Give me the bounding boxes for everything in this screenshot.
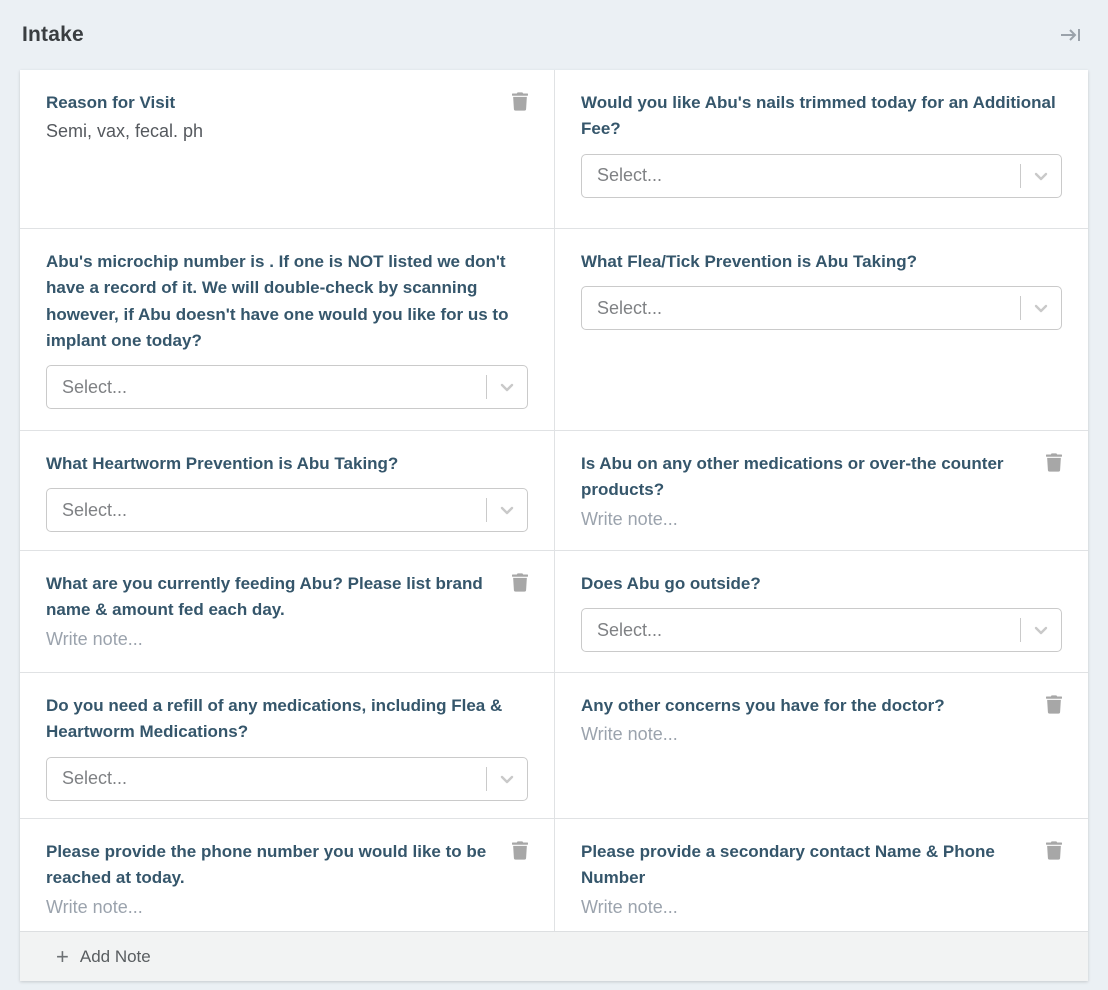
select-placeholder: Select... — [47, 500, 486, 521]
question-label: What Heartworm Prevention is Abu Taking? — [46, 451, 528, 477]
chevron-down-icon — [487, 377, 527, 397]
question-label: What Flea/Tick Prevention is Abu Taking? — [581, 249, 1062, 275]
select-placeholder: Select... — [47, 377, 486, 398]
note-card-microchip: Abu's microchip number is . If one is NO… — [20, 228, 554, 430]
note-input[interactable]: Write note... — [581, 506, 1062, 533]
delete-note-button[interactable] — [512, 571, 528, 592]
chevron-down-icon — [1021, 166, 1061, 186]
note-card-flea-tick: What Flea/Tick Prevention is Abu Taking?… — [554, 228, 1088, 430]
answer-select[interactable]: Select... — [46, 757, 528, 801]
question-label: Reason for Visit — [46, 90, 502, 116]
plus-icon: + — [56, 946, 69, 968]
question-label: Is Abu on any other medications or over-… — [581, 451, 1036, 504]
note-card-other-medications: Is Abu on any other medications or over-… — [554, 430, 1088, 550]
note-card-reason-for-visit: Reason for Visit Semi, vax, fecal. ph — [20, 70, 554, 228]
note-card-feeding: What are you currently feeding Abu? Plea… — [20, 550, 554, 672]
arrow-to-bar-icon — [1058, 24, 1082, 46]
select-placeholder: Select... — [47, 768, 486, 789]
page-title: Intake — [22, 23, 84, 47]
question-label: Any other concerns you have for the doct… — [581, 693, 1036, 719]
trash-icon — [1046, 460, 1062, 475]
note-text[interactable]: Semi, vax, fecal. ph — [46, 118, 528, 145]
trash-icon — [1046, 848, 1062, 863]
question-label: Would you like Abu's nails trimmed today… — [581, 90, 1062, 143]
note-input[interactable]: Write note... — [46, 626, 528, 653]
note-card-go-outside: Does Abu go outside? Select... — [554, 550, 1088, 672]
answer-select[interactable]: Select... — [581, 154, 1062, 198]
delete-note-button[interactable] — [512, 839, 528, 860]
question-label: What are you currently feeding Abu? Plea… — [46, 571, 502, 624]
delete-note-button[interactable] — [512, 90, 528, 111]
question-label: Does Abu go outside? — [581, 571, 1062, 597]
answer-select[interactable]: Select... — [46, 365, 528, 409]
trash-icon — [512, 848, 528, 863]
chevron-down-icon — [487, 769, 527, 789]
question-label: Do you need a refill of any medications,… — [46, 693, 528, 746]
question-label: Abu's microchip number is . If one is NO… — [46, 249, 528, 354]
select-placeholder: Select... — [582, 298, 1020, 319]
note-input[interactable]: Write note... — [581, 894, 1062, 921]
trash-icon — [512, 580, 528, 595]
chevron-down-icon — [1021, 620, 1061, 640]
answer-select[interactable]: Select... — [46, 488, 528, 532]
select-placeholder: Select... — [582, 620, 1020, 641]
answer-select[interactable]: Select... — [581, 286, 1062, 330]
add-note-label: Add Note — [80, 947, 151, 967]
delete-note-button[interactable] — [1046, 451, 1062, 472]
chevron-down-icon — [1021, 298, 1061, 318]
note-input[interactable]: Write note... — [581, 721, 1062, 748]
add-note-button[interactable]: + Add Note — [20, 946, 151, 968]
note-input[interactable]: Write note... — [46, 894, 528, 921]
intake-notes-panel: Reason for Visit Semi, vax, fecal. ph Wo… — [20, 70, 1088, 981]
note-card-phone-number: Please provide the phone number you woul… — [20, 818, 554, 931]
note-card-nails-trimmed: Would you like Abu's nails trimmed today… — [554, 70, 1088, 228]
notes-grid: Reason for Visit Semi, vax, fecal. ph Wo… — [20, 70, 1088, 931]
note-card-secondary-contact: Please provide a secondary contact Name … — [554, 818, 1088, 931]
delete-note-button[interactable] — [1046, 839, 1062, 860]
section-header: Intake — [0, 0, 1108, 70]
chevron-down-icon — [487, 500, 527, 520]
question-label: Please provide the phone number you woul… — [46, 839, 502, 892]
trash-icon — [1046, 702, 1062, 717]
trash-icon — [512, 99, 528, 114]
collapse-panel-button[interactable] — [1054, 20, 1086, 50]
note-card-other-concerns: Any other concerns you have for the doct… — [554, 672, 1088, 818]
answer-select[interactable]: Select... — [581, 608, 1062, 652]
delete-note-button[interactable] — [1046, 693, 1062, 714]
note-card-refill: Do you need a refill of any medications,… — [20, 672, 554, 818]
question-label: Please provide a secondary contact Name … — [581, 839, 1036, 892]
note-card-heartworm: What Heartworm Prevention is Abu Taking?… — [20, 430, 554, 550]
panel-footer: + Add Note — [20, 931, 1088, 981]
select-placeholder: Select... — [582, 165, 1020, 186]
